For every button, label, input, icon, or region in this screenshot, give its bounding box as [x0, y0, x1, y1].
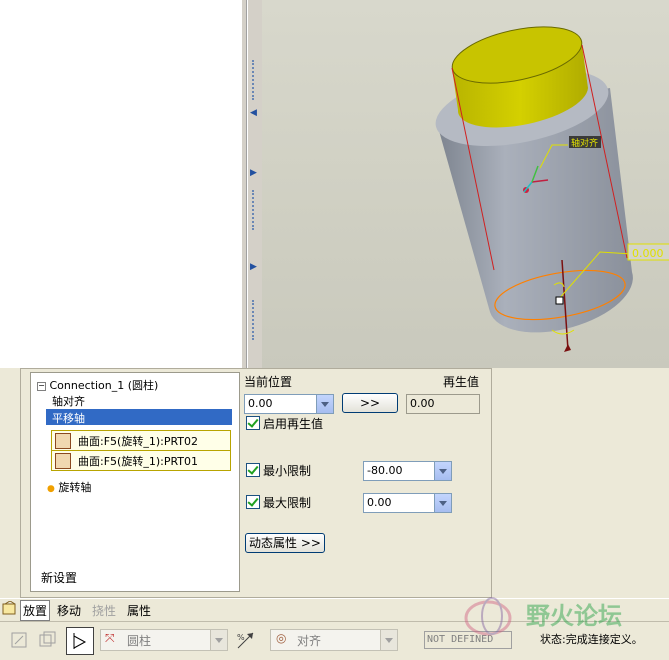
constraint-type-select[interactable]: ◎ 对齐 [270, 629, 398, 651]
reference-label: 曲面:F5(旋转_1):PRT01 [78, 455, 199, 468]
tab-move[interactable]: 移动 [57, 602, 81, 619]
bullet-icon: ● [47, 484, 55, 494]
dynamic-properties-button[interactable]: 动态属性 >> [245, 533, 325, 553]
tree-root[interactable]: − Connection_1 (圆柱) [37, 377, 158, 393]
dropdown-arrow-icon[interactable] [434, 494, 451, 512]
enable-regen-checkbox[interactable] [246, 416, 260, 430]
collapse-icon[interactable]: − [37, 381, 46, 391]
surface-icon [55, 453, 71, 469]
regen-value-field: 0.00 [406, 394, 480, 414]
min-limit-value: -80.00 [367, 464, 403, 477]
expand-arrow-icon[interactable]: ▶ [250, 262, 257, 272]
max-limit-combo[interactable]: 0.00 [363, 493, 452, 513]
reference-label: 曲面:F5(旋转_1):PRT02 [78, 435, 199, 448]
max-limit-value: 0.00 [367, 496, 392, 509]
svg-text:%: % [237, 633, 245, 642]
expand-arrow-icon[interactable]: ▶ [250, 168, 257, 178]
current-position-label: 当前位置 [244, 375, 293, 389]
connection-tree[interactable]: − Connection_1 (圆柱) 轴对齐 平移轴 曲面:F5(旋转_1):… [30, 372, 240, 592]
tab-flexibility[interactable]: 挠性 [92, 602, 116, 619]
connection-type-icon: ⤧ [105, 631, 115, 645]
model-tree-area [0, 0, 242, 368]
tree-item-rotation-axis[interactable]: ● 旋转轴 [47, 479, 91, 495]
min-limit-checkbox[interactable] [246, 463, 260, 477]
tree-item-label: 旋转轴 [58, 481, 92, 494]
graphics-viewport[interactable]: 轴对齐 0.000 [262, 0, 669, 368]
flip-icon[interactable]: % [232, 627, 260, 655]
current-position-value: 0.00 [248, 397, 273, 410]
assembly-model: 轴对齐 0.000 [435, 26, 669, 352]
collapse-arrow-icon[interactable]: ◀ [250, 108, 257, 118]
dropdown-arrow-icon[interactable] [316, 395, 333, 413]
copy-constraint-icon[interactable] [34, 627, 62, 655]
min-limit-combo[interactable]: -80.00 [363, 461, 452, 481]
offset-dimension[interactable]: 0.000 [632, 247, 664, 260]
max-limit-label: 最大限制 [263, 496, 312, 510]
current-position-combo[interactable]: 0.00 [244, 394, 334, 414]
panel-toggle-icon[interactable] [2, 600, 18, 617]
enable-regen-label: 启用再生值 [263, 417, 324, 431]
min-limit-label: 最小限制 [263, 464, 312, 478]
axis-align-label: 轴对齐 [571, 137, 598, 149]
dropdown-arrow-icon[interactable] [210, 630, 227, 650]
max-limit-checkbox[interactable] [246, 495, 260, 509]
new-set-link[interactable]: 新设置 [41, 569, 77, 586]
connection-type-select[interactable]: ⤧ 圆柱 [100, 629, 228, 651]
regen-value-label: 再生值 [443, 375, 480, 389]
tab-properties[interactable]: 属性 [127, 602, 151, 619]
reference-item[interactable]: 曲面:F5(旋转_1):PRT01 [51, 450, 231, 471]
edit-constraint-icon[interactable] [6, 627, 34, 655]
constraint-type-icon: ◎ [276, 631, 287, 645]
apply-position-button[interactable]: >> [342, 393, 398, 413]
regen-value: 0.00 [410, 397, 435, 410]
watermark-text: 野火论坛 [526, 602, 622, 630]
dropdown-arrow-icon[interactable] [380, 630, 397, 650]
reference-item[interactable]: 曲面:F5(旋转_1):PRT02 [51, 430, 231, 451]
tree-item-axis-align[interactable]: 轴对齐 [52, 393, 85, 409]
connection-name: Connection_1 (圆柱) [49, 379, 159, 392]
pane-splitter[interactable]: ◀ ▶ ▶ [247, 0, 262, 368]
connection-mode-icon[interactable] [66, 627, 94, 655]
tree-item-label: 平移轴 [52, 412, 85, 425]
surface-icon [55, 433, 71, 449]
tab-placement[interactable]: 放置 [20, 600, 51, 621]
connection-type-value: 圆柱 [127, 634, 152, 648]
constraint-type-value: 对齐 [297, 634, 322, 648]
watermark-logo: 野火论坛 [460, 592, 660, 642]
dropdown-arrow-icon[interactable] [434, 462, 451, 480]
tree-item-translation-axis[interactable]: 平移轴 [46, 409, 232, 425]
